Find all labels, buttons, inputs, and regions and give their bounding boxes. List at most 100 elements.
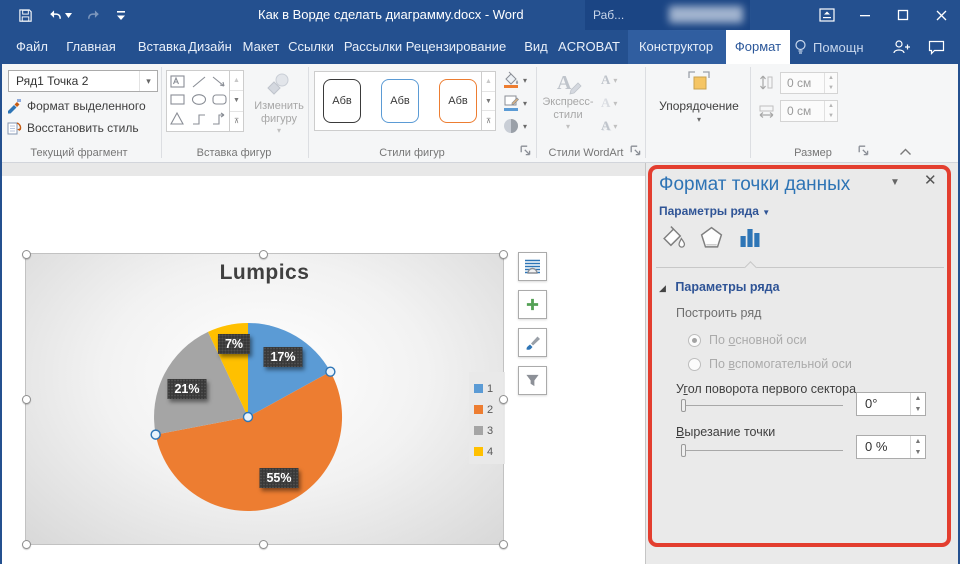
data-point-selection-handle[interactable] <box>326 367 335 376</box>
shape-style-chip-black[interactable]: Абв <box>323 79 361 123</box>
close-button[interactable] <box>922 0 960 30</box>
tab-file[interactable]: Файл <box>10 30 54 64</box>
styles-scroll-down-icon[interactable]: ▼ <box>482 92 495 112</box>
data-label-slice3[interactable]: 21% <box>167 379 206 399</box>
shapes-gallery-scroll[interactable]: ▲ ▼ ⊼ <box>229 71 243 131</box>
resize-handle-ne[interactable] <box>499 250 508 259</box>
chart-styles-button[interactable] <box>518 328 547 357</box>
arrange-button[interactable]: Упорядочение ▾ <box>652 70 746 124</box>
legend-item-4[interactable]: 4 <box>474 441 505 462</box>
resize-handle-s[interactable] <box>259 540 268 549</box>
angle-spinner[interactable]: 0° ▲▼ <box>856 392 926 416</box>
tab-review[interactable]: Рецензирование <box>404 30 508 64</box>
word-window: Как в Ворде сделать диаграмму.docx - Wor… <box>0 0 960 564</box>
fill-line-tab-icon[interactable] <box>659 223 687 251</box>
undo-dropdown-caret[interactable] <box>65 13 72 18</box>
pane-category-selector[interactable]: Параметры ряда ▼ <box>659 204 770 218</box>
explosion-spin-down-icon[interactable]: ▼ <box>911 447 925 458</box>
gallery-scroll-down-icon[interactable]: ▼ <box>230 91 243 111</box>
shapes-gallery[interactable]: ▲ ▼ ⊼ <box>166 70 244 132</box>
series-options-tab-icon-selected[interactable] <box>736 223 764 251</box>
tab-mailings[interactable]: Рассылки <box>338 30 408 64</box>
shape-styles-dialog-launcher[interactable] <box>520 145 532 157</box>
gallery-more-icon[interactable]: ⊼ <box>230 112 243 131</box>
minimize-button[interactable] <box>846 0 884 30</box>
quick-access-toolbar <box>18 0 126 30</box>
shape-style-chip-blue[interactable]: Абв <box>381 79 419 123</box>
dropdown-caret-icon[interactable]: ▾ <box>139 71 157 91</box>
tab-view[interactable]: Вид <box>512 30 560 64</box>
effects-tab-icon[interactable] <box>697 223 725 251</box>
angle-value[interactable]: 0° <box>857 393 910 415</box>
pane-options-caret-icon[interactable]: ▼ <box>890 177 900 188</box>
collapse-ribbon-chevron-icon[interactable] <box>899 147 912 156</box>
chart-legend[interactable]: 1 2 3 4 <box>469 372 505 464</box>
angle-slider-track[interactable] <box>681 405 843 406</box>
data-point-selection-handle[interactable] <box>244 413 253 422</box>
layout-options-button[interactable] <box>518 252 547 281</box>
series-options-section-header[interactable]: ◢ Параметры ряда <box>659 280 780 294</box>
chart-elements-button[interactable] <box>518 290 547 319</box>
data-label-slice4[interactable]: 7% <box>218 334 250 354</box>
format-selection-button[interactable]: Формат выделенного <box>6 96 146 116</box>
data-label-slice2[interactable]: 55% <box>259 468 298 488</box>
tab-layout[interactable]: Макет <box>234 30 288 64</box>
shape-styles-scroll[interactable]: ▲ ▼ ⊼ <box>481 72 495 130</box>
explosion-slider-track[interactable] <box>681 450 843 451</box>
reset-style-icon <box>6 120 22 136</box>
resize-handle-sw[interactable] <box>22 540 31 549</box>
legend-item-3[interactable]: 3 <box>474 420 505 441</box>
resize-handle-n[interactable] <box>259 250 268 259</box>
chart-filters-button[interactable] <box>518 366 547 395</box>
resize-handle-nw[interactable] <box>22 250 31 259</box>
resize-handle-w[interactable] <box>22 395 31 404</box>
tell-me-assistant[interactable]: Помощн <box>794 30 864 64</box>
angle-spin-down-icon[interactable]: ▼ <box>911 404 925 415</box>
shape-fill-button[interactable]: ▾ <box>502 70 527 90</box>
tab-chart-design[interactable]: Конструктор <box>628 30 724 64</box>
styles-more-icon[interactable]: ⊼ <box>482 111 495 130</box>
ribbon-display-options-icon[interactable] <box>808 0 846 30</box>
reset-style-button[interactable]: Восстановить стиль <box>6 118 139 138</box>
tab-format-active[interactable]: Формат <box>726 30 790 64</box>
save-icon[interactable] <box>18 8 33 23</box>
maximize-button[interactable] <box>884 0 922 30</box>
comments-icon[interactable] <box>928 30 945 64</box>
arrange-icon <box>687 70 711 94</box>
window-controls <box>808 0 960 30</box>
shape-styles-gallery[interactable]: Абв Абв Абв ▲ ▼ ⊼ <box>314 71 496 131</box>
tab-design[interactable]: Дизайн <box>180 30 240 64</box>
group-label-wordart: Стили WordArt <box>536 147 636 159</box>
document-canvas[interactable]: Lumpics 17% 55% 21% 7% 1 2 3 4 <box>0 163 645 564</box>
styles-scroll-up-icon[interactable]: ▲ <box>482 72 495 92</box>
angle-slider[interactable] <box>681 399 843 412</box>
explosion-spinner[interactable]: 0 % ▲▼ <box>856 435 926 459</box>
customize-qat-button[interactable] <box>116 10 126 21</box>
data-label-slice1[interactable]: 17% <box>263 347 302 367</box>
angle-spin-up-icon[interactable]: ▲ <box>911 393 925 404</box>
shape-effects-button[interactable]: ▾ <box>502 116 527 136</box>
chart-element-selector-dropdown[interactable]: Ряд1 Точка 2 ▾ <box>8 70 158 92</box>
explosion-value[interactable]: 0 % <box>857 436 910 458</box>
pie-chart[interactable] <box>26 254 505 546</box>
explosion-spin-up-icon[interactable]: ▲ <box>911 436 925 447</box>
data-point-selection-handle[interactable] <box>151 430 160 439</box>
undo-button[interactable] <box>47 8 72 23</box>
shape-style-chip-orange[interactable]: Абв <box>439 79 477 123</box>
explosion-slider[interactable] <box>681 444 843 457</box>
resize-handle-se[interactable] <box>499 540 508 549</box>
group-label-current-selection: Текущий фрагмент <box>0 147 158 159</box>
size-dialog-launcher[interactable] <box>858 145 870 157</box>
tab-references[interactable]: Ссылки <box>282 30 340 64</box>
wordart-dialog-launcher[interactable] <box>630 145 642 157</box>
shape-outline-button[interactable]: ▾ <box>502 93 527 113</box>
resize-handle-e[interactable] <box>499 395 508 404</box>
chart-object-selected[interactable]: Lumpics 17% 55% 21% 7% 1 2 3 4 <box>25 253 504 545</box>
explosion-slider-thumb[interactable] <box>681 444 686 457</box>
pane-close-icon[interactable]: ✕ <box>924 171 937 189</box>
share-contact-icon[interactable] <box>892 30 910 64</box>
tab-acrobat[interactable]: ACROBAT <box>556 30 622 64</box>
angle-slider-thumb[interactable] <box>681 399 686 412</box>
tab-home[interactable]: Главная <box>58 30 124 64</box>
gallery-scroll-up-icon[interactable]: ▲ <box>230 71 243 91</box>
